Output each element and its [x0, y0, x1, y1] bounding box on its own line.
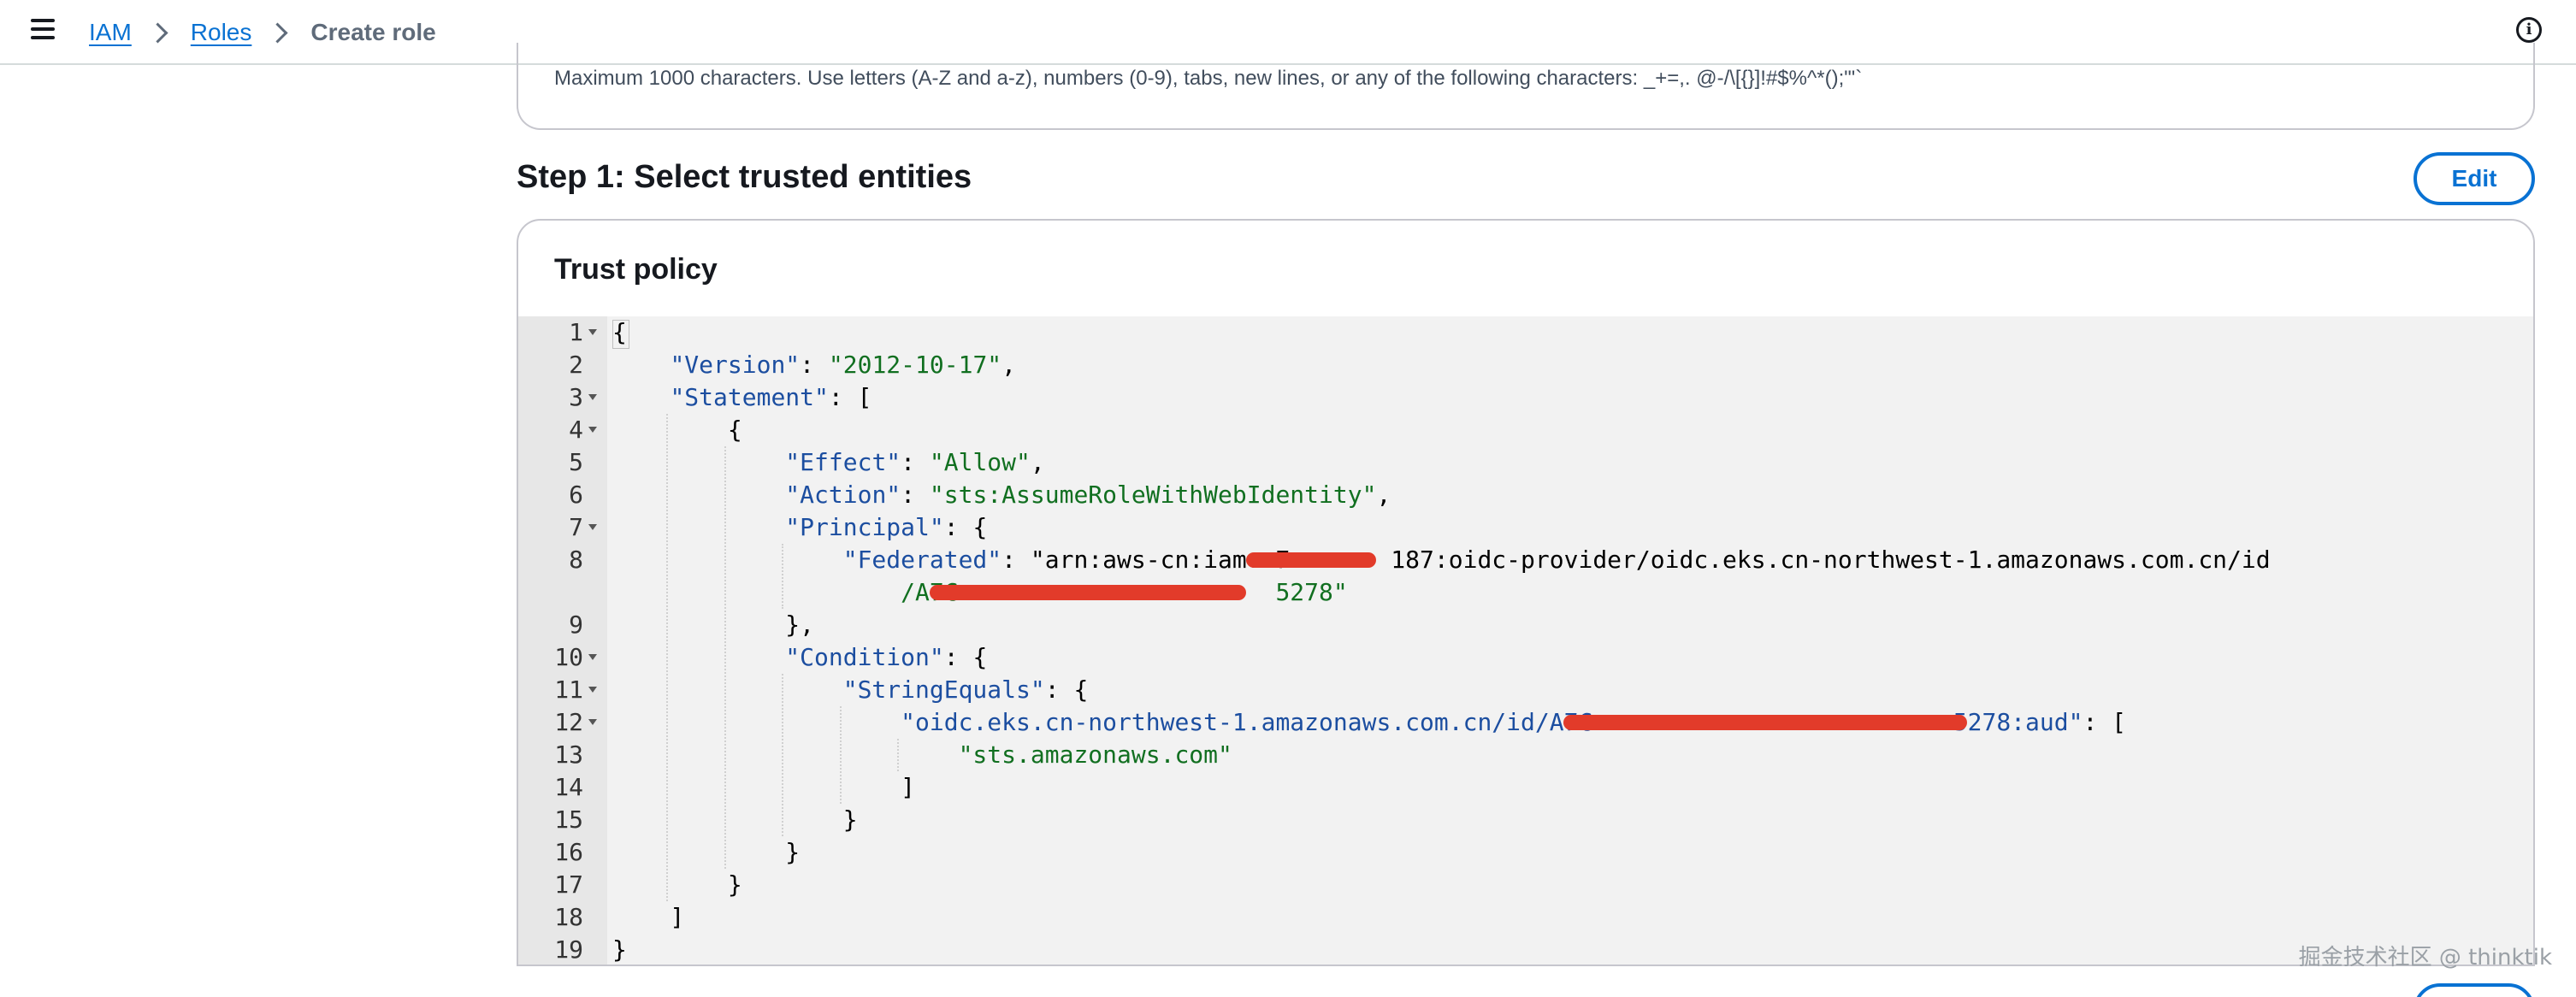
code-text: "sts.amazonaws.com" [958, 740, 1232, 769]
line-number: 15 [554, 805, 583, 834]
code-text: "Statement": [ [670, 383, 872, 411]
fold-arrow-icon[interactable] [588, 719, 597, 725]
code-text: "Principal": { [785, 513, 988, 541]
chevron-right-icon [267, 21, 288, 44]
code-text: ] [612, 903, 685, 931]
code-line: 14 ] [518, 771, 2533, 804]
line-number: 16 [554, 838, 583, 866]
info-icon[interactable]: i [2516, 17, 2542, 43]
code-text: } [612, 838, 801, 866]
step-title: Step 1: Select trusted entities [517, 159, 972, 195]
fold-arrow-icon[interactable] [588, 394, 597, 400]
code-line: 2 "Version": "2012-10-17", [518, 349, 2533, 381]
line-number: 11 [554, 675, 583, 704]
watermark: 掘金技术社区 @ thinktik [2298, 945, 2552, 970]
line-number: 5 [569, 448, 583, 476]
menu-icon[interactable] [31, 19, 56, 44]
code-text: "Condition": { [785, 643, 988, 671]
trust-policy-title: Trust policy [554, 253, 718, 286]
line-number: 10 [554, 643, 583, 671]
redaction-mark [929, 585, 1247, 600]
code-text: "Federated": "arn:aws-cn:iam::7 187:oidc… [842, 546, 2271, 574]
code-text: "Effect": "Allow", [785, 448, 1045, 476]
next-button[interactable] [2414, 983, 2535, 997]
code-line: 7 "Principal": { [518, 511, 2533, 544]
code-text: } [612, 870, 742, 899]
line-number: 4 [569, 416, 583, 444]
code-text: { [612, 416, 742, 444]
code-text: }, [612, 611, 815, 639]
code-line: 1{ [518, 316, 2533, 349]
line-number: 19 [554, 935, 583, 964]
code-line: 12 "oidc.eks.cn-northwest-1.amazonaws.co… [518, 706, 2533, 739]
code-text: ] [612, 773, 916, 801]
indent-guide [782, 544, 784, 609]
line-number: 2 [569, 351, 583, 379]
fold-arrow-icon[interactable] [588, 524, 597, 530]
chevron-right-icon [147, 21, 168, 44]
indent-guide [839, 706, 842, 804]
line-number: 8 [569, 546, 583, 574]
code-line: 3 "Statement": [ [518, 381, 2533, 414]
code-text: "Action": "sts:AssumeRoleWithWebIdentity… [785, 481, 1391, 509]
code-text: "StringEquals": { [842, 675, 1089, 704]
code-line: 4 { [518, 414, 2533, 446]
line-number: 14 [554, 773, 583, 801]
code-line: 8 "Federated": "arn:aws-cn:iam::7 187:oi… [518, 544, 2533, 576]
indent-guide [724, 446, 726, 869]
line-number: 12 [554, 708, 583, 736]
code-line: 19} [518, 934, 2533, 965]
code-line: 11 "StringEquals": { [518, 674, 2533, 706]
role-description-container: Maximum 1000 characters. Use letters (A-… [517, 43, 2535, 130]
line-number: 9 [569, 611, 583, 639]
code-line: 5 "Effect": "Allow", [518, 446, 2533, 479]
trust-policy-container: Trust policy 1{2 "Version": "2012-10-17"… [517, 219, 2535, 966]
code-line: 16 } [518, 836, 2533, 869]
code-text: } [612, 935, 627, 964]
breadcrumb-roles-link[interactable]: Roles [191, 19, 252, 46]
code-line: 17 } [518, 869, 2533, 901]
line-number: 18 [554, 903, 583, 931]
code-line: 18 ] [518, 901, 2533, 934]
breadcrumb-iam-link[interactable]: IAM [89, 19, 132, 46]
line-number: 6 [569, 481, 583, 509]
fold-arrow-icon[interactable] [588, 329, 597, 335]
line-number: 17 [554, 870, 583, 899]
indent-guide [782, 674, 784, 836]
code-text: } [612, 805, 858, 834]
breadcrumb-current: Create role [310, 19, 436, 45]
code-line: 10 "Condition": { [518, 641, 2533, 674]
indent-guide [666, 414, 669, 901]
breadcrumb: IAM Roles Create role [89, 15, 436, 50]
code-line: /A7C 5278" [518, 576, 2533, 609]
code-line: 6 "Action": "sts:AssumeRoleWithWebIdenti… [518, 479, 2533, 511]
editor-cursor [612, 320, 629, 349]
line-number: 7 [569, 513, 583, 541]
line-number: 13 [554, 740, 583, 769]
code-line: 13 "sts.amazonaws.com" [518, 739, 2533, 771]
code-line: 9 }, [518, 609, 2533, 641]
code-editor[interactable]: 1{2 "Version": "2012-10-17", 3 "Statement… [518, 316, 2533, 965]
line-number: 1 [569, 318, 583, 346]
indent-guide [897, 739, 899, 771]
redaction-mark [1246, 552, 1377, 568]
line-number: 3 [569, 383, 583, 411]
code-line: 15 } [518, 804, 2533, 836]
fold-arrow-icon[interactable] [588, 654, 597, 660]
code-text: "Version": "2012-10-17", [670, 351, 1017, 379]
description-constraint-hint: Maximum 1000 characters. Use letters (A-… [554, 67, 1863, 90]
fold-arrow-icon[interactable] [588, 687, 597, 693]
redaction-mark [1563, 715, 1967, 730]
edit-button[interactable]: Edit [2414, 152, 2535, 205]
fold-arrow-icon[interactable] [588, 427, 597, 433]
